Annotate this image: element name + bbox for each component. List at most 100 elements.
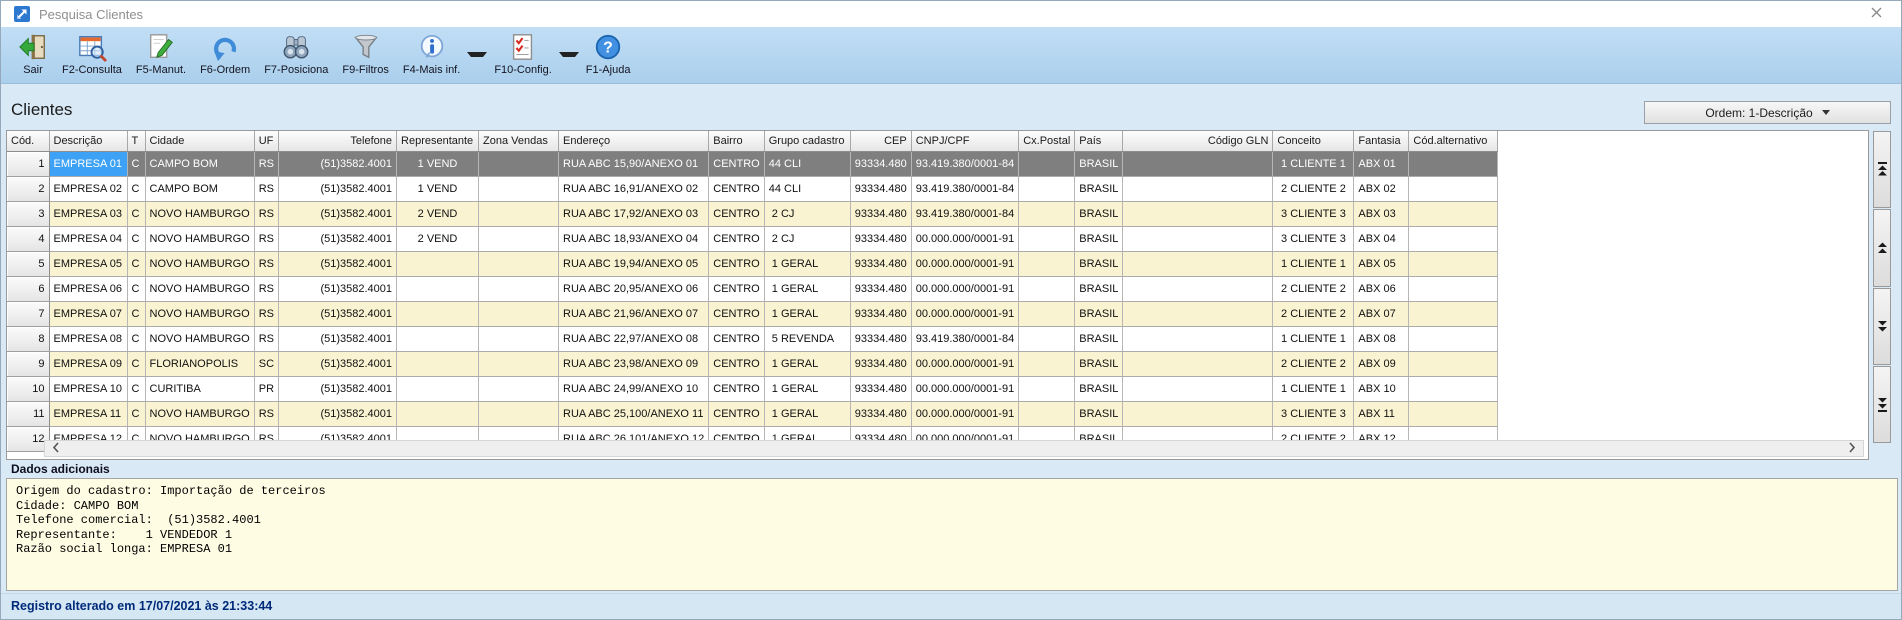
grid-cell[interactable]: 2 VEND: [397, 202, 479, 227]
grid-cell[interactable]: [397, 402, 479, 427]
grid-cell[interactable]: EMPRESA 08: [49, 327, 127, 352]
grid-cell[interactable]: [479, 402, 559, 427]
row-number-cell[interactable]: 3: [7, 202, 49, 227]
grid-cell[interactable]: BRASIL: [1075, 327, 1123, 352]
grid-cell[interactable]: 93334.480: [850, 152, 911, 177]
grid-cell[interactable]: BRASIL: [1075, 277, 1123, 302]
toolbar-button-f7-posiciona[interactable]: F7-Posiciona: [257, 30, 335, 78]
grid-cell[interactable]: [1123, 202, 1273, 227]
column-header[interactable]: Cx.Postal: [1019, 131, 1075, 152]
grid-cell[interactable]: 00.000.000/0001-91: [911, 402, 1018, 427]
table-row[interactable]: 1EMPRESA 01CCAMPO BOMRS(51)3582.40011 VE…: [7, 152, 1498, 177]
grid-cell[interactable]: 00.000.000/0001-91: [911, 252, 1018, 277]
grid-cell[interactable]: [1409, 177, 1498, 202]
grid-cell[interactable]: 00.000.000/0001-91: [911, 227, 1018, 252]
grid-cell[interactable]: C: [127, 377, 145, 402]
grid-cell[interactable]: 1 GERAL: [764, 402, 850, 427]
grid-cell[interactable]: RUA ABC 22,97/ANEXO 08: [559, 327, 709, 352]
grid-cell[interactable]: (51)3582.4001: [279, 402, 397, 427]
grid-cell[interactable]: EMPRESA 04: [49, 227, 127, 252]
scroll-right-icon[interactable]: [1848, 440, 1856, 458]
grid-cell[interactable]: C: [127, 152, 145, 177]
grid-cell[interactable]: 1 GERAL: [764, 277, 850, 302]
grid-cell[interactable]: 00.000.000/0001-91: [911, 377, 1018, 402]
grid-cell[interactable]: 5 REVENDA: [764, 327, 850, 352]
grid-cell[interactable]: (51)3582.4001: [279, 277, 397, 302]
grid-cell[interactable]: [479, 177, 559, 202]
horizontal-scrollbar[interactable]: [44, 440, 1864, 457]
grid-cell[interactable]: 93.419.380/0001-84: [911, 177, 1018, 202]
grid-cell[interactable]: [1409, 327, 1498, 352]
grid-cell[interactable]: [1409, 302, 1498, 327]
grid-cell[interactable]: CENTRO: [709, 277, 764, 302]
row-number-cell[interactable]: 6: [7, 277, 49, 302]
grid-cell[interactable]: [1019, 252, 1075, 277]
grid-cell[interactable]: 1 CLIENTE 1: [1273, 252, 1354, 277]
column-header[interactable]: Telefone: [279, 131, 397, 152]
grid-cell[interactable]: 3 CLIENTE 3: [1273, 227, 1354, 252]
additional-data-memo[interactable]: Origem do cadastro: Importação de tercei…: [6, 478, 1898, 591]
row-number-cell[interactable]: 7: [7, 302, 49, 327]
column-header[interactable]: CEP: [850, 131, 911, 152]
grid-cell[interactable]: [1019, 177, 1075, 202]
grid-cell[interactable]: 2 CLIENTE 2: [1273, 352, 1354, 377]
grid-cell[interactable]: 2 CLIENTE 2: [1273, 302, 1354, 327]
grid-cell[interactable]: [397, 352, 479, 377]
grid-cell[interactable]: RUA ABC 15,90/ANEXO 01: [559, 152, 709, 177]
grid-cell[interactable]: [479, 352, 559, 377]
dropdown-arrow-icon[interactable]: [559, 52, 579, 57]
table-row[interactable]: 2EMPRESA 02CCAMPO BOMRS(51)3582.40011 VE…: [7, 177, 1498, 202]
grid-cell[interactable]: (51)3582.4001: [279, 377, 397, 402]
column-header[interactable]: CNPJ/CPF: [911, 131, 1018, 152]
grid-cell[interactable]: 1 GERAL: [764, 352, 850, 377]
grid-cell[interactable]: ABX 08: [1354, 327, 1409, 352]
grid-cell[interactable]: [479, 327, 559, 352]
grid-cell[interactable]: RS: [254, 152, 278, 177]
grid-cell[interactable]: [397, 277, 479, 302]
grid-cell[interactable]: NOVO HAMBURGO: [145, 227, 254, 252]
grid-cell[interactable]: 1 CLIENTE 1: [1273, 377, 1354, 402]
grid-cell[interactable]: RUA ABC 18,93/ANEXO 04: [559, 227, 709, 252]
grid-cell[interactable]: 2 CLIENTE 2: [1273, 277, 1354, 302]
column-header[interactable]: Descrição: [49, 131, 127, 152]
grid-cell[interactable]: BRASIL: [1075, 252, 1123, 277]
grid-cell[interactable]: [479, 377, 559, 402]
grid-cell[interactable]: ABX 04: [1354, 227, 1409, 252]
column-header[interactable]: País: [1075, 131, 1123, 152]
grid-cell[interactable]: SC: [254, 352, 278, 377]
grid-cell[interactable]: [1409, 277, 1498, 302]
row-number-cell[interactable]: 12: [7, 427, 49, 452]
grid-cell[interactable]: [1019, 202, 1075, 227]
column-header[interactable]: Código GLN: [1123, 131, 1273, 152]
grid-cell[interactable]: CENTRO: [709, 177, 764, 202]
grid-cell[interactable]: [1019, 277, 1075, 302]
grid-cell[interactable]: CENTRO: [709, 327, 764, 352]
grid-cell[interactable]: 93334.480: [850, 177, 911, 202]
last-record-button[interactable]: [1873, 366, 1891, 443]
grid-cell[interactable]: [1123, 302, 1273, 327]
table-row[interactable]: 8EMPRESA 08CNOVO HAMBURGORS(51)3582.4001…: [7, 327, 1498, 352]
grid-cell[interactable]: RS: [254, 177, 278, 202]
grid-cell[interactable]: RUA ABC 17,92/ANEXO 03: [559, 202, 709, 227]
row-number-cell[interactable]: 9: [7, 352, 49, 377]
grid-cell[interactable]: C: [127, 202, 145, 227]
grid-cell[interactable]: ABX 09: [1354, 352, 1409, 377]
toolbar-button-f6-ordem[interactable]: F6-Ordem: [193, 30, 257, 78]
row-number-cell[interactable]: 4: [7, 227, 49, 252]
grid-cell[interactable]: CENTRO: [709, 252, 764, 277]
grid-cell[interactable]: C: [127, 277, 145, 302]
grid-cell[interactable]: ABX 06: [1354, 277, 1409, 302]
toolbar-button-f5-manut[interactable]: F5-Manut.: [129, 30, 193, 78]
grid-cell[interactable]: CENTRO: [709, 352, 764, 377]
grid-cell[interactable]: RUA ABC 24,99/ANEXO 10: [559, 377, 709, 402]
grid-cell[interactable]: 93334.480: [850, 277, 911, 302]
grid-cell[interactable]: RUA ABC 25,100/ANEXO 11: [559, 402, 709, 427]
grid-cell[interactable]: NOVO HAMBURGO: [145, 202, 254, 227]
grid-cell[interactable]: 93334.480: [850, 377, 911, 402]
grid-cell[interactable]: C: [127, 177, 145, 202]
grid-cell[interactable]: RS: [254, 327, 278, 352]
row-number-cell[interactable]: 8: [7, 327, 49, 352]
grid-cell[interactable]: [479, 202, 559, 227]
grid-cell[interactable]: 1 CLIENTE 1: [1273, 327, 1354, 352]
toolbar-button-f10-config[interactable]: F10-Config.: [487, 30, 558, 78]
